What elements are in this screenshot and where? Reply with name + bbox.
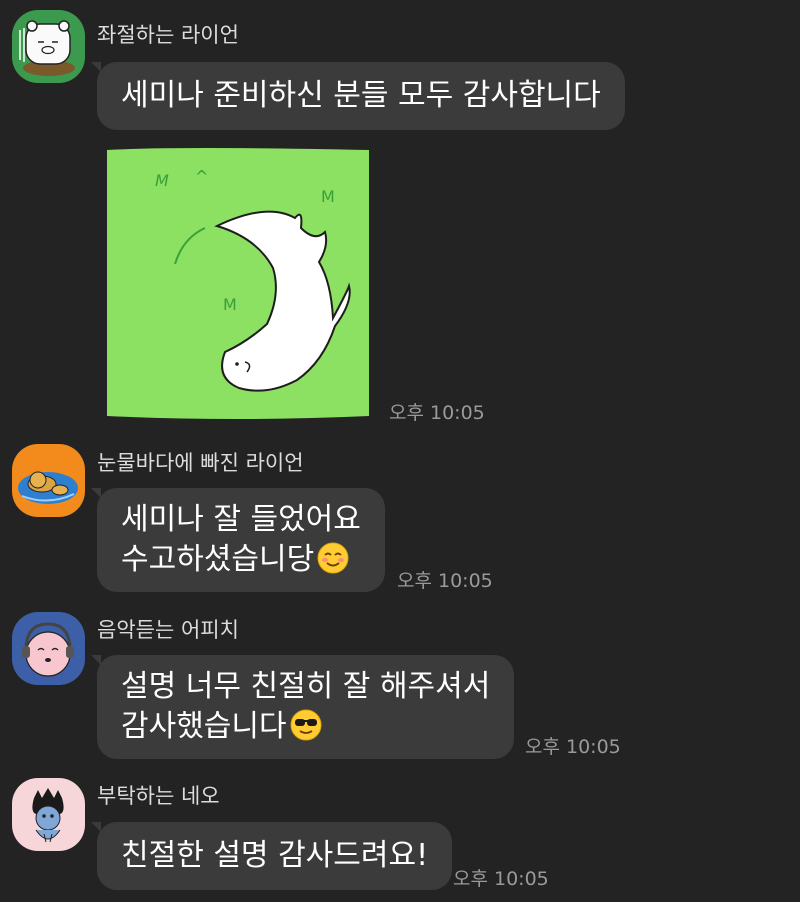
svg-text:M: M: [155, 171, 169, 190]
smiling-blush-emoji: [316, 541, 350, 575]
message-time: 오후 10:05: [397, 570, 493, 592]
message-bubble[interactable]: 친절한 설명 감사드려요!: [97, 822, 453, 890]
message-text-line-with-emoji: 수고하셨습니당: [121, 540, 361, 580]
message-text-line: 설명 너무 친절히 잘 해주셔서: [121, 669, 491, 704]
lion-frustrated-avatar-icon: [12, 10, 85, 83]
svg-text:M: M: [223, 295, 237, 314]
lion-tears-avatar-icon: [12, 444, 85, 517]
avatar-neo-begging[interactable]: [12, 778, 85, 851]
otter-sticker-image: M ^ M M: [107, 148, 369, 419]
avatar-lion-frustrated[interactable]: [12, 10, 85, 83]
avatar-apeach-headphones[interactable]: [12, 612, 85, 685]
message-text-line: 세미나 잘 들었어요: [121, 502, 361, 537]
neo-begging-avatar-icon: [12, 778, 85, 851]
otter-sticker[interactable]: M ^ M M: [97, 142, 379, 424]
message-bubble[interactable]: 설명 너무 친절히 잘 해주셔서 감사했습니다: [97, 655, 515, 759]
message-time: 오후 10:05: [453, 868, 549, 890]
sender-name: 음악듣는 어피치: [97, 618, 239, 642]
svg-text:^: ^: [195, 167, 208, 186]
sunglasses-emoji-icon: [290, 709, 322, 741]
sender-name: 좌절하는 라이언: [97, 23, 239, 47]
message-bubble[interactable]: 세미나 잘 들었어요 수고하셨습니당: [97, 488, 385, 592]
message-text: 세미나 준비하신 분들 모두 감사합니다: [121, 78, 601, 113]
smiling-blush-emoji-icon: [317, 542, 349, 574]
message-text: 수고하셨습니당: [121, 542, 315, 577]
svg-text:M: M: [321, 187, 335, 206]
message-bubble[interactable]: 세미나 준비하신 분들 모두 감사합니다: [97, 62, 625, 130]
sender-name: 눈물바다에 빠진 라이언: [97, 451, 304, 475]
sunglasses-emoji: [289, 708, 323, 742]
message-time: 오후 10:05: [525, 736, 621, 758]
message-text-line-with-emoji: 감사했습니다: [121, 707, 490, 747]
message-text: 감사했습니다: [121, 709, 287, 744]
sender-name: 부탁하는 네오: [97, 784, 220, 808]
message-time: 오후 10:05: [389, 402, 485, 424]
message-text: 친절한 설명 감사드려요!: [121, 838, 429, 873]
avatar-lion-tears[interactable]: [12, 444, 85, 517]
apeach-headphones-avatar-icon: [12, 612, 85, 685]
